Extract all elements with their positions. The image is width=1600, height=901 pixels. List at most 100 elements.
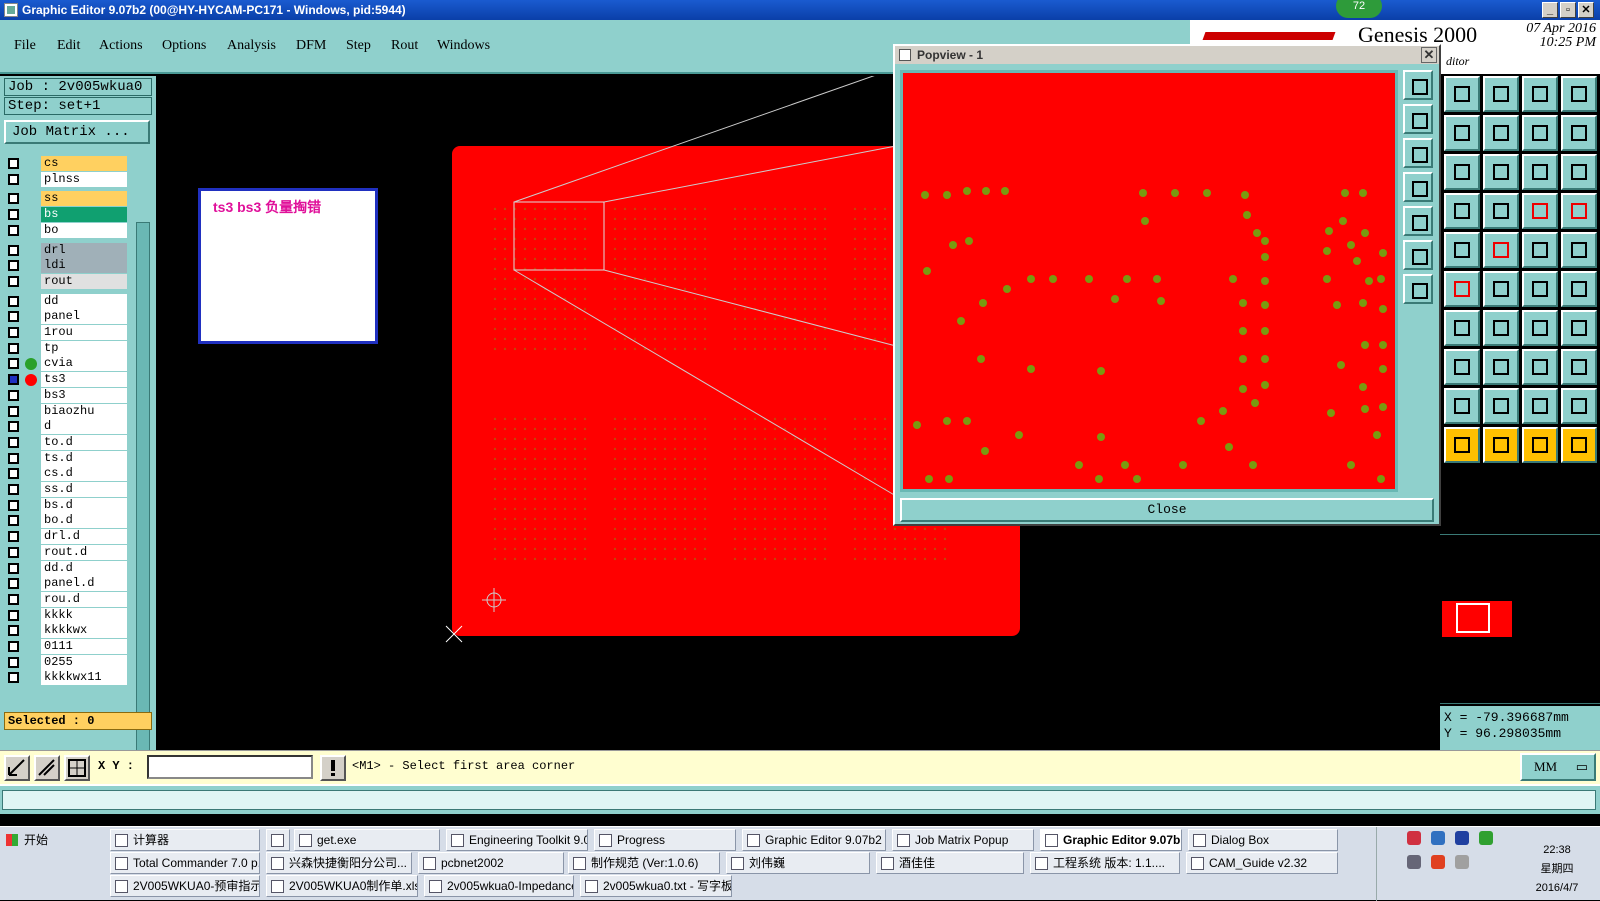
minimap-viewport[interactable] xyxy=(1456,603,1490,633)
taskbar-item[interactable]: Dialog Box xyxy=(1188,829,1338,851)
taskbar-item[interactable]: Job Matrix Popup xyxy=(892,829,1034,851)
layer-checkbox[interactable] xyxy=(8,625,19,637)
taskbar-item[interactable]: Total Commander 7.0 p... xyxy=(110,852,260,874)
trim-button[interactable] xyxy=(1483,349,1519,385)
layer-name[interactable]: bo.d xyxy=(41,513,127,529)
pick-button[interactable] xyxy=(1522,427,1558,463)
taskbar-item[interactable]: pcbnet2002 xyxy=(418,852,564,874)
layer-row-panel-d[interactable]: panel.d xyxy=(4,576,127,592)
layer-row-d[interactable]: d xyxy=(4,419,127,435)
dot-button[interactable] xyxy=(1561,232,1597,268)
pointer-button[interactable] xyxy=(1444,427,1480,463)
taskbar-item[interactable]: 工程系统 版本: 1.1.... xyxy=(1030,852,1180,874)
popview-close-x[interactable]: ✕ xyxy=(1421,47,1437,63)
hand-button[interactable] xyxy=(1444,193,1480,229)
taskbar-item[interactable]: Graphic Editor 9.07b2 (... xyxy=(742,829,886,851)
layer-name[interactable]: rout.d xyxy=(41,544,127,560)
popview-pan-left-button[interactable] xyxy=(1403,172,1433,202)
taskbar-item[interactable]: 2v005wkua0.txt - 写字板 xyxy=(580,875,732,897)
taskbar-item[interactable] xyxy=(266,829,290,851)
layer-row-bs3[interactable]: bs3 xyxy=(4,387,127,403)
layer-row-bo[interactable]: bo xyxy=(4,222,127,238)
restore-button[interactable]: ▫ xyxy=(1560,2,1576,18)
popview-canvas[interactable] xyxy=(900,70,1398,492)
layer-name[interactable]: plnss xyxy=(41,171,127,187)
layer-checkbox[interactable] xyxy=(8,546,19,558)
alert-icon[interactable] xyxy=(320,755,346,781)
layer-checkbox[interactable] xyxy=(8,295,19,307)
layer-checkbox[interactable] xyxy=(8,327,19,338)
layer-row-rout[interactable]: rout xyxy=(4,273,127,289)
polygon-button[interactable] xyxy=(1522,388,1558,424)
taskbar-item[interactable]: get.exe xyxy=(294,829,440,851)
move-up-button[interactable] xyxy=(1444,76,1480,112)
copy-button[interactable] xyxy=(1444,349,1480,385)
layer-name[interactable]: panel xyxy=(41,309,127,325)
taskbar-item[interactable]: 2V005WKUA0制作单.xls... xyxy=(266,875,418,897)
layer-name[interactable]: cvia xyxy=(41,356,127,372)
popview-close-button[interactable]: Close xyxy=(900,498,1434,522)
layer-row-ts-d[interactable]: ts.d xyxy=(4,450,127,466)
menu-edit[interactable]: Edit xyxy=(57,38,80,54)
move-left-button[interactable] xyxy=(1444,115,1480,151)
layer-checkbox[interactable] xyxy=(8,224,19,236)
popview-window[interactable]: Popview - 1 ✕ Close xyxy=(893,44,1441,526)
taskbar-item[interactable]: 2v005wkua0-Impedance... xyxy=(424,875,574,897)
layer-checkbox[interactable] xyxy=(8,578,19,590)
layer-name[interactable]: 1rou xyxy=(41,325,127,340)
mirror-button[interactable] xyxy=(1522,115,1558,151)
layer-checkbox[interactable] xyxy=(8,244,19,256)
layer-name[interactable]: ss.d xyxy=(41,482,127,497)
popview-fit-button[interactable] xyxy=(1403,240,1433,270)
layer-name[interactable]: ldi xyxy=(41,258,127,274)
tray-app-icon[interactable] xyxy=(1407,831,1421,845)
layer-name[interactable]: cs.d xyxy=(41,466,127,482)
layer-checkbox[interactable] xyxy=(8,193,19,205)
layer-checkbox[interactable] xyxy=(8,468,19,480)
layer-checkbox[interactable] xyxy=(8,609,19,621)
command-input[interactable] xyxy=(2,790,1596,810)
layer-name[interactable]: 0255 xyxy=(41,654,127,670)
layer-row-drl-d[interactable]: drl.d xyxy=(4,529,127,545)
layer-row-ldi[interactable]: ldi xyxy=(4,258,127,274)
menu-dfm[interactable]: DFM xyxy=(296,38,326,54)
layer-name[interactable]: panel.d xyxy=(41,576,127,592)
layer-row-0255[interactable]: 0255 xyxy=(4,654,127,670)
connect-button[interactable] xyxy=(1444,271,1480,307)
ruler-button[interactable] xyxy=(1522,232,1558,268)
layer-name[interactable]: d xyxy=(41,419,127,435)
xy-input[interactable] xyxy=(147,755,313,779)
route-button[interactable] xyxy=(1561,427,1597,463)
layer-row-to-d[interactable]: to.d xyxy=(4,434,127,450)
pad-select-button[interactable] xyxy=(1444,232,1480,268)
layer-name[interactable]: dd xyxy=(41,293,127,309)
tray-network-icon[interactable] xyxy=(1431,831,1445,845)
layer-button[interactable] xyxy=(1561,193,1597,229)
minimize-button[interactable]: _ xyxy=(1542,2,1558,18)
layer-checkbox[interactable] xyxy=(8,311,19,323)
measure-icon[interactable] xyxy=(34,755,60,781)
layer-name[interactable]: drl.d xyxy=(41,529,127,545)
tray-security-icon[interactable] xyxy=(1479,831,1493,845)
menu-windows[interactable]: Windows xyxy=(437,38,490,54)
layer-name[interactable]: rout xyxy=(41,273,127,289)
layer-checkbox[interactable] xyxy=(8,531,19,543)
layer-row-cvia[interactable]: cvia xyxy=(4,356,127,372)
menu-options[interactable]: Options xyxy=(162,38,206,54)
layer-checkbox[interactable] xyxy=(8,374,19,386)
net-button[interactable] xyxy=(1522,193,1558,229)
layer-name[interactable]: bs.d xyxy=(41,497,127,513)
taskbar-item[interactable]: 2V005WKUA0-预审指示... xyxy=(110,875,260,897)
layer-row-kkkk[interactable]: kkkk xyxy=(4,607,127,623)
layer-name[interactable]: ss xyxy=(41,191,127,207)
frame-button[interactable] xyxy=(1561,76,1597,112)
job-matrix-button[interactable]: Job Matrix ... xyxy=(4,120,150,144)
start-button[interactable]: 开始 xyxy=(2,829,58,851)
slash-button[interactable] xyxy=(1483,310,1519,346)
units-selector[interactable]: MM ▭ xyxy=(1520,753,1596,781)
popview-zoom-in-button[interactable] xyxy=(1403,104,1433,134)
tray-bluetooth-icon[interactable] xyxy=(1455,831,1469,845)
minimap[interactable] xyxy=(1440,534,1600,704)
line-edit-button[interactable] xyxy=(1522,271,1558,307)
home-button[interactable] xyxy=(1522,76,1558,112)
